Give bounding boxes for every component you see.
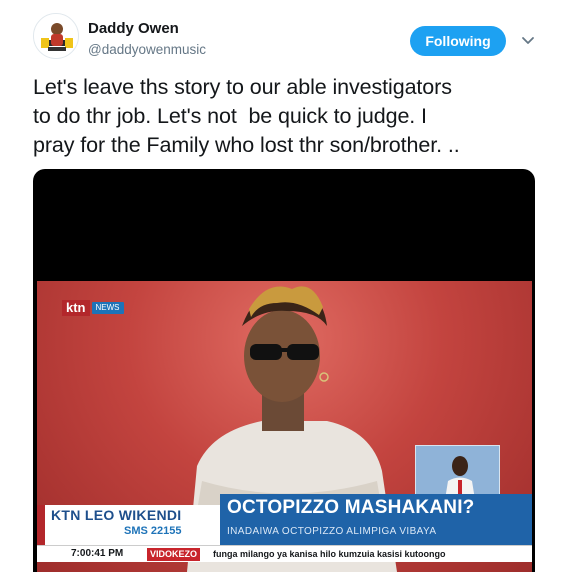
tweet-text: Let's leave ths story to our able invest… bbox=[33, 75, 460, 157]
tweet-header: Daddy Owen @daddyowenmusic Following bbox=[33, 13, 543, 63]
sms-number: SMS 22155 bbox=[124, 525, 182, 537]
author-handle[interactable]: @daddyowenmusic bbox=[88, 42, 206, 57]
news-ticker: 7:00:41 PM VIDOKEZO funga milango ya kan… bbox=[37, 545, 532, 562]
ktn-news-badge: NEWS bbox=[91, 302, 124, 314]
author-name[interactable]: Daddy Owen bbox=[88, 20, 179, 37]
chevron-down-icon[interactable] bbox=[518, 30, 538, 50]
program-name: KTN LEO WIKENDI bbox=[51, 507, 182, 523]
lower-third-accent bbox=[37, 505, 45, 545]
channel-logo: ktn NEWS bbox=[62, 300, 124, 316]
avatar-image bbox=[34, 14, 78, 58]
ktn-logo-text: ktn bbox=[62, 300, 90, 316]
tweet-media[interactable]: ktn NEWS KTN LEO WIKENDI SMS 22155 OCTOP… bbox=[33, 169, 535, 572]
subheadline: INADAIWA OCTOPIZZO ALIMPIGA VIBAYA bbox=[227, 526, 437, 537]
lower-third: KTN LEO WIKENDI SMS 22155 OCTOPIZZO MASH… bbox=[37, 494, 532, 572]
avatar[interactable] bbox=[33, 13, 79, 59]
headline: OCTOPIZZO MASHAKANI? bbox=[227, 497, 475, 518]
ticker-time: 7:00:41 PM bbox=[71, 548, 124, 559]
following-button[interactable]: Following bbox=[410, 26, 506, 56]
ticker-tag: VIDOKEZO bbox=[147, 548, 201, 561]
video-frame: ktn NEWS KTN LEO WIKENDI SMS 22155 OCTOP… bbox=[37, 281, 532, 572]
ticker-text: funga milango ya kanisa hilo kumzuia kas… bbox=[213, 549, 446, 559]
